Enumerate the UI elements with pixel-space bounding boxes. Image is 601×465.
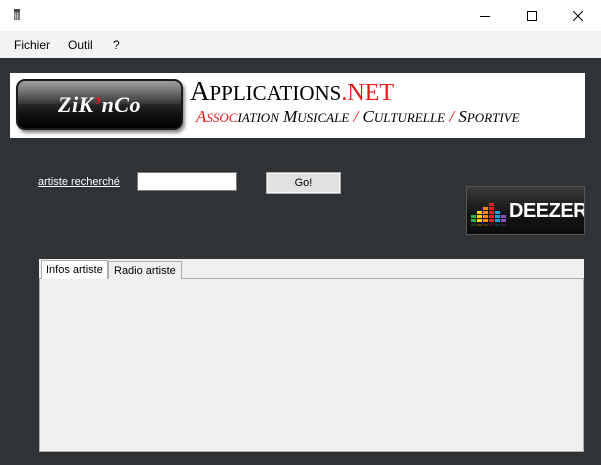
- logo-text-part1: ZiK: [58, 91, 94, 117]
- sub-assoc-red: SSOC: [206, 110, 238, 125]
- sub-culturelle-rest: ULTURELLE: [373, 110, 446, 125]
- brand-title-net: .NET: [341, 80, 395, 106]
- menu-item-help[interactable]: ?: [113, 38, 120, 52]
- ziknco-logo: ZiK’nCo: [16, 79, 183, 130]
- sub-culturelle-initial: C: [362, 107, 374, 126]
- go-button[interactable]: Go!: [266, 172, 341, 194]
- tab-infos-artiste[interactable]: Infos artiste: [41, 260, 108, 279]
- sub-sportive-initial: S: [458, 107, 467, 126]
- close-icon: [573, 10, 583, 21]
- artist-search-link[interactable]: artiste recherché: [38, 176, 120, 188]
- tab-content-panel: [39, 278, 584, 452]
- brand-title-rest: PPLICATIONS: [209, 81, 342, 105]
- logo-text-part2: nCo: [101, 91, 141, 117]
- maximize-button[interactable]: [509, 0, 555, 31]
- minimize-icon: [480, 11, 490, 21]
- brand-title: APPLICATIONS.NET: [190, 76, 394, 108]
- title-bar: [0, 0, 601, 31]
- main-window-client: ZiK’nCo APPLICATIONS.NET ASSOCIATION MUS…: [0, 58, 601, 465]
- menu-item-outil[interactable]: Outil: [68, 38, 93, 52]
- logo-apostrophe: ’: [93, 91, 102, 117]
- menu-item-fichier[interactable]: Fichier: [14, 38, 50, 52]
- sub-separator-1: /: [353, 107, 359, 126]
- artist-search-input[interactable]: [137, 172, 237, 191]
- brand-subtitle: ASSOCIATION MUSICALE / CULTURELLE / SPOR…: [196, 107, 520, 128]
- tab-radio-artiste[interactable]: Radio artiste: [108, 261, 182, 279]
- deezer-logo[interactable]: DEEZER: [466, 186, 585, 235]
- maximize-icon: [527, 10, 537, 21]
- minimize-button[interactable]: [462, 0, 508, 31]
- sub-separator-2: /: [449, 107, 455, 126]
- sub-assoc-initial: A: [196, 107, 207, 126]
- sub-musicale-rest: USICALE: [297, 110, 350, 125]
- brand-title-initial: A: [190, 76, 210, 106]
- sub-musicale-initial: M: [283, 107, 298, 126]
- close-button[interactable]: [555, 0, 601, 31]
- deezer-wordmark: DEEZER: [509, 200, 585, 222]
- sub-sportive-rest: PORTIVE: [466, 110, 520, 125]
- header-banner: ZiK’nCo APPLICATIONS.NET ASSOCIATION MUS…: [10, 73, 585, 138]
- menu-bar: Fichier Outil ?: [0, 31, 601, 58]
- app-icon: [13, 8, 21, 21]
- sub-assoc-black: IATION: [237, 110, 279, 125]
- logo-text: ZiK’nCo: [58, 92, 141, 118]
